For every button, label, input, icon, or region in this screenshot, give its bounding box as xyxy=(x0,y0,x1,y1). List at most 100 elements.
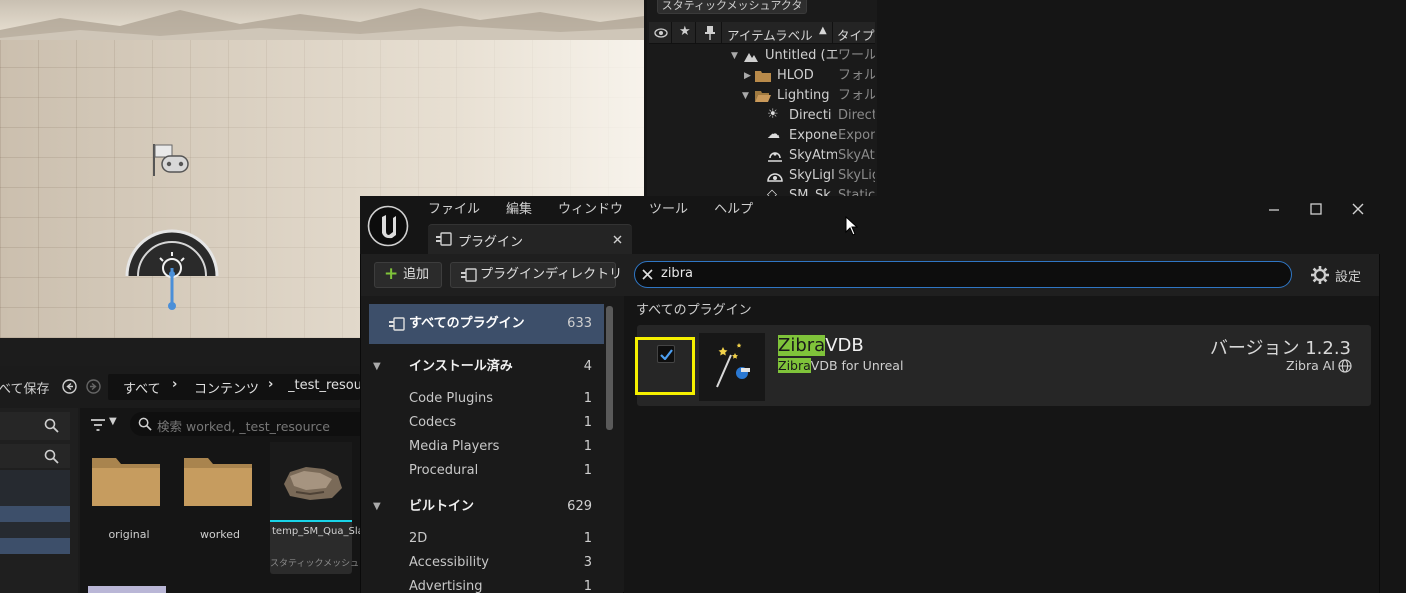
folder-icon[interactable] xyxy=(90,452,162,508)
settings-button[interactable]: 設定 xyxy=(1335,266,1361,285)
asset-tile[interactable]: temp_SM_Qua_Sla_Ledge_... スタティックメッシュ xyxy=(270,442,414,574)
outliner-row[interactable]: SkyLigl SkyLig xyxy=(649,166,875,186)
menu-help[interactable]: ヘルプ xyxy=(714,200,753,220)
folder-tree-item[interactable] xyxy=(0,538,70,554)
save-all-button[interactable]: べて保存 xyxy=(0,378,49,397)
plugin-card-zibravdb[interactable]: ZibraVDB ZibraVDB for Unreal バージョン 1.2.3… xyxy=(637,325,1371,406)
chevron-down-icon[interactable]: ▼ xyxy=(373,355,381,379)
outliner-row[interactable]: ▼ Untitled (エ ワール xyxy=(649,46,875,66)
folder-tree-item-selected[interactable] xyxy=(0,506,70,522)
category-label: Accessibility xyxy=(409,555,489,570)
menu-tools[interactable]: ツール xyxy=(649,200,688,220)
category-advertising[interactable]: Advertising 1 xyxy=(369,575,604,593)
outliner-row-label: SM_Sk xyxy=(789,188,831,196)
category-label: Advertising xyxy=(409,579,483,593)
chevron-down-icon[interactable]: ▼ xyxy=(731,46,738,66)
asset-tile[interactable] xyxy=(88,586,166,593)
breadcrumb-separator: › xyxy=(172,377,178,392)
category-all-plugins[interactable]: すべてのプラグイン 633 xyxy=(369,304,604,344)
static-mesh-icon: ◇ xyxy=(767,187,777,196)
maximize-icon[interactable] xyxy=(1310,203,1322,215)
category-procedural[interactable]: Procedural 1 xyxy=(369,459,604,483)
outliner-row-label: HLOD xyxy=(777,68,814,83)
sky-light-gizmo[interactable] xyxy=(124,228,220,314)
chevron-right-icon[interactable]: ▶ xyxy=(744,66,751,86)
search-icon[interactable] xyxy=(44,418,59,433)
plugin-search-input[interactable]: zibra xyxy=(634,261,1292,288)
category-installed[interactable]: ▼ インストール済み 4 xyxy=(369,355,604,379)
category-2d[interactable]: 2D 1 xyxy=(369,527,604,551)
category-media-players[interactable]: Media Players 1 xyxy=(369,435,604,459)
outliner-header-type[interactable]: タイプ xyxy=(837,25,875,44)
category-count: 1 xyxy=(583,415,592,430)
unreal-logo-icon xyxy=(367,205,409,247)
category-count: 1 xyxy=(583,463,592,478)
scrollbar-thumb[interactable] xyxy=(606,306,613,430)
chevron-down-icon[interactable]: ▼ xyxy=(373,495,381,519)
gear-icon[interactable] xyxy=(1310,265,1330,285)
outliner-row[interactable]: SkyAtm SkyAt xyxy=(649,146,875,166)
plugin-directory-button[interactable]: プラグインディレクトリ xyxy=(450,262,622,288)
chevron-down-icon[interactable]: ▼ xyxy=(109,416,117,427)
outliner-row[interactable]: ▼ Lighting フォル xyxy=(649,86,875,106)
plugin-icon xyxy=(461,268,477,282)
menu-window[interactable]: ウィンドウ xyxy=(558,200,623,220)
asset-label: temp_SM_Qua_Sla_Ledge_... xyxy=(272,526,414,537)
breadcrumb-test-resource[interactable]: _test_resour xyxy=(288,378,360,393)
outliner-header-label[interactable]: アイテムラベル xyxy=(727,25,813,44)
content-browser-pathbar: べて保存 すべて › コンテンツ › _test_resour xyxy=(0,372,360,402)
search-match-highlight: Zibra xyxy=(778,335,826,356)
search-match-highlight: Zibra xyxy=(778,358,811,373)
directional-light-icon: ☀ xyxy=(767,107,779,122)
breadcrumb-content[interactable]: コンテンツ xyxy=(194,378,259,397)
player-start-icon[interactable] xyxy=(150,142,192,178)
star-icon[interactable]: ★ xyxy=(679,24,691,39)
category-codecs[interactable]: Codecs 1 xyxy=(369,411,604,435)
menu-edit[interactable]: 編集 xyxy=(506,200,532,220)
category-built-in[interactable]: ▼ ビルトイン 629 xyxy=(369,495,604,519)
static-mesh-actor-button[interactable]: スタティックメッシュアクタ xyxy=(657,0,807,14)
chevron-down-icon[interactable]: ▼ xyxy=(742,86,749,106)
asset-label: original xyxy=(108,528,150,541)
outliner-row[interactable]: ▶ HLOD フォル xyxy=(649,66,875,86)
menu-bar: ファイル 編集 ウィンドウ ツール ヘルプ xyxy=(428,200,779,220)
outliner-row-type: フォル xyxy=(838,68,875,83)
menu-file[interactable]: ファイル xyxy=(428,200,480,220)
filter-icon[interactable] xyxy=(90,418,106,432)
breadcrumb-all[interactable]: すべて xyxy=(123,378,161,397)
category-count: 3 xyxy=(583,555,592,570)
outliner-row[interactable]: ☀ Directi Direct xyxy=(649,106,875,126)
asset-search-input[interactable]: 検索 worked, _test_resource xyxy=(130,412,360,436)
section-title: すべてのプラグイン xyxy=(636,303,752,318)
search-icon[interactable] xyxy=(44,449,59,464)
add-button[interactable]: + 追加 xyxy=(374,262,442,288)
globe-icon[interactable] xyxy=(1338,359,1352,373)
tab-plugins[interactable]: プラグイン xyxy=(428,224,632,254)
forward-icon[interactable] xyxy=(86,379,101,394)
back-icon[interactable] xyxy=(62,379,77,394)
search-value: zibra xyxy=(661,266,693,281)
annotation-highlight-box xyxy=(635,337,695,395)
asset-label: worked xyxy=(200,528,240,541)
close-icon[interactable] xyxy=(1352,203,1364,215)
pin-icon[interactable] xyxy=(705,26,715,40)
breadcrumb-separator: › xyxy=(268,377,274,392)
outliner-row-type: SkyAt xyxy=(838,148,875,163)
plugin-icon xyxy=(389,317,405,331)
outliner-row-type: ワール xyxy=(838,48,875,63)
category-count: 1 xyxy=(583,391,592,406)
folder-icon[interactable] xyxy=(182,452,254,508)
category-label: 2D xyxy=(409,531,428,546)
outliner-row[interactable]: ☁ Expone Expon xyxy=(649,126,875,146)
close-tab-icon[interactable] xyxy=(613,235,622,244)
mouse-cursor-icon xyxy=(845,216,858,236)
plugin-vendor[interactable]: Zibra AI xyxy=(1286,358,1335,373)
clear-search-icon[interactable] xyxy=(642,269,653,280)
outliner-row[interactable]: ◇ SM_Sk Static xyxy=(649,186,875,196)
empty-panel xyxy=(877,0,1406,196)
outliner-row-type: Static xyxy=(838,188,875,196)
category-code-plugins[interactable]: Code Plugins 1 xyxy=(369,387,604,411)
category-accessibility[interactable]: Accessibility 3 xyxy=(369,551,604,575)
eye-icon[interactable] xyxy=(654,27,668,39)
minimize-icon[interactable] xyxy=(1268,203,1280,215)
